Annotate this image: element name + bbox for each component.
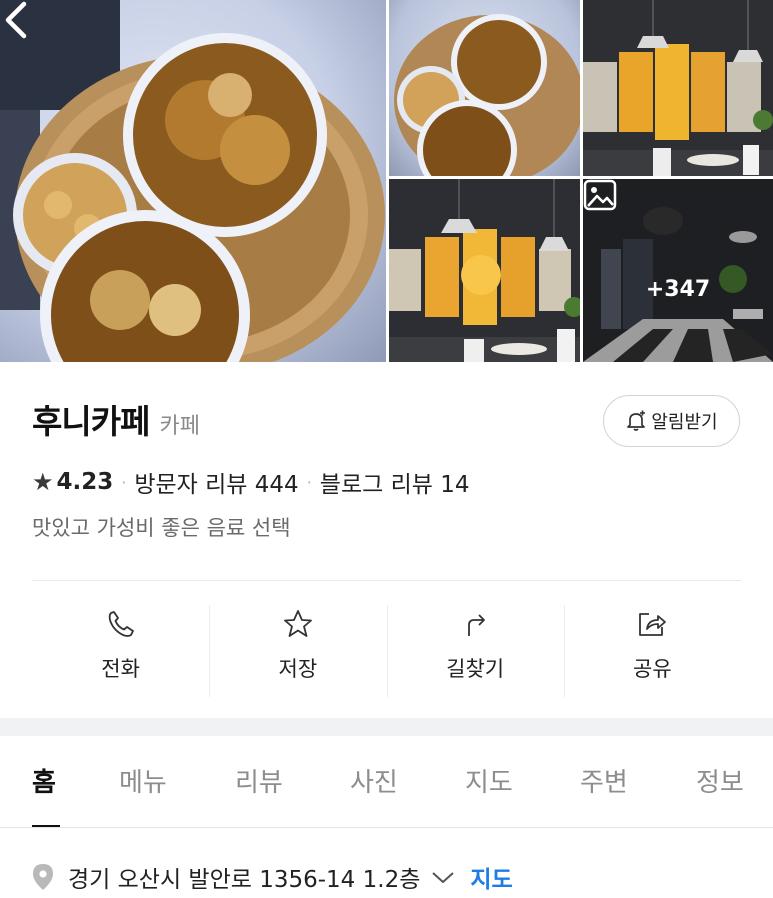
share-button[interactable]: 공유	[563, 605, 741, 697]
place-category: 카페	[159, 414, 200, 439]
wall-art-photo	[389, 179, 580, 362]
photo-thumbnail-1[interactable]	[389, 0, 580, 176]
tab-bar: 홈 메뉴 리뷰 사진 지도 주변 정보	[0, 736, 773, 828]
save-label: 저장	[278, 657, 318, 681]
tab-home[interactable]: 홈	[32, 762, 56, 799]
share-icon	[639, 613, 667, 636]
save-button[interactable]: 저장	[209, 605, 386, 697]
phone-icon	[108, 611, 134, 637]
tab-menu[interactable]: 메뉴	[119, 762, 167, 799]
photo-thumbnail-more[interactable]: +347	[583, 179, 773, 362]
rating-value: 4.23	[56, 469, 114, 495]
alarm-label: 알림받기	[651, 412, 718, 433]
visitor-reviews-link[interactable]: 방문자 리뷰 444	[134, 465, 298, 499]
main-photo[interactable]	[0, 0, 386, 362]
cafe-interior-photo	[583, 0, 773, 176]
call-button[interactable]: 전화	[32, 605, 209, 697]
bell-plus-icon	[627, 410, 646, 431]
call-label: 전화	[101, 657, 140, 681]
directions-label: 길찾기	[446, 657, 505, 681]
location-pin-icon	[33, 864, 53, 890]
photo-gallery: my	[0, 0, 773, 362]
rating-row: ★ 4.23 · 방문자 리뷰 444 · 블로그 리뷰 14	[32, 465, 469, 499]
photo-thumbnail-2[interactable]: my	[583, 0, 773, 176]
action-bar: 전화 저장 길찾기 공유	[32, 605, 741, 697]
rating-star-icon: ★	[32, 468, 54, 496]
dessert-cups-photo-2	[394, 14, 580, 176]
chevron-down-icon[interactable]	[430, 869, 456, 885]
share-label: 공유	[633, 657, 672, 681]
alarm-subscribe-button[interactable]: 알림받기	[603, 395, 740, 447]
directions-button[interactable]: 길찾기	[386, 605, 564, 697]
map-link[interactable]: 지도	[470, 860, 512, 894]
section-separator	[0, 718, 773, 736]
more-photos-count: +347	[645, 277, 711, 302]
tab-reviews[interactable]: 리뷰	[235, 762, 283, 799]
directions-icon	[468, 614, 486, 636]
star-icon	[283, 610, 312, 637]
address-row: 경기 오산시 발안로 1356-14 1.2층 지도	[32, 860, 513, 894]
divider	[0, 827, 773, 828]
separator-dot: ·	[306, 472, 312, 492]
tab-map[interactable]: 지도	[465, 762, 513, 799]
blog-reviews-link[interactable]: 블로그 리뷰 14	[320, 465, 470, 499]
place-description: 맛있고 가성비 좋은 음료 선택	[32, 516, 291, 540]
place-name: 후니카페	[32, 402, 150, 441]
photo-thumbnail-3[interactable]	[389, 179, 580, 362]
tab-info[interactable]: 정보	[696, 762, 744, 799]
divider	[32, 580, 741, 581]
address-text[interactable]: 경기 오산시 발안로 1356-14 1.2층	[68, 860, 420, 894]
tab-photos[interactable]: 사진	[350, 762, 398, 799]
separator-dot: ·	[121, 472, 127, 492]
image-icon	[583, 179, 617, 211]
tab-nearby[interactable]: 주변	[580, 762, 628, 799]
dessert-cups-photo	[0, 0, 385, 362]
back-chevron-left-icon[interactable]	[0, 0, 34, 40]
title-row: 후니카페 카페	[32, 395, 200, 443]
